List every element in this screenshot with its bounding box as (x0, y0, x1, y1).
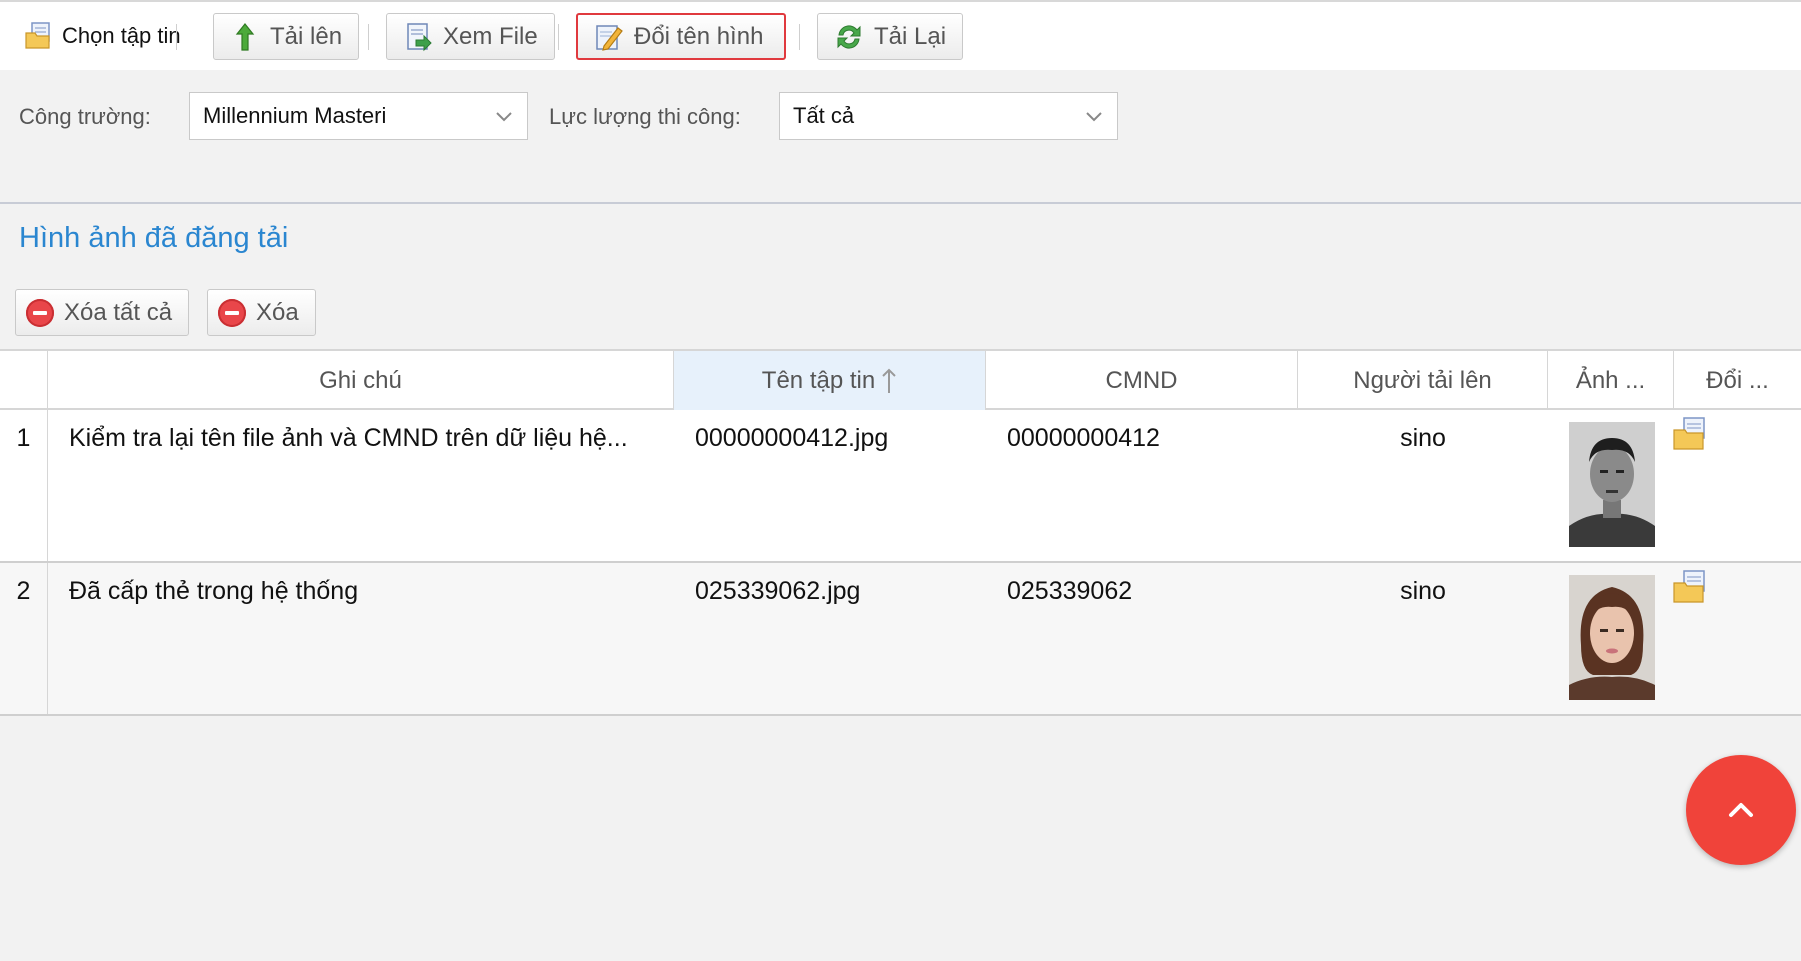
filter-panel: Công trường: Millennium Masteri Lực lượn… (0, 70, 1801, 204)
column-header-cmnd[interactable]: CMND (986, 351, 1298, 410)
grid-actions: Xóa tất cả Xóa (0, 277, 1801, 349)
filename-cell: 025339062.jpg (695, 577, 861, 605)
uploaded-images-grid: Ghi chú Tên tập tin CMND Người tải lên Ả… (0, 349, 1801, 716)
minus-circle-icon (26, 298, 54, 327)
column-header-label: Người tải lên (1353, 366, 1492, 394)
toolbar-divider (558, 24, 559, 50)
section-title: Hình ảnh đã đăng tải (19, 222, 289, 254)
filename-cell: 00000000412.jpg (695, 424, 889, 452)
grid-header: Ghi chú Tên tập tin CMND Người tải lên Ả… (0, 349, 1801, 410)
upload-label: Tải lên (270, 22, 343, 50)
uploader-cell: sino (1400, 424, 1446, 452)
sort-ascending-icon (882, 368, 896, 393)
edit-icon (594, 22, 624, 52)
chevron-up-icon (1729, 803, 1753, 817)
upload-button[interactable]: Tải lên (213, 13, 360, 60)
cmnd-cell: 025339062 (1007, 577, 1133, 605)
site-select[interactable]: Millennium Masteri (189, 92, 528, 140)
reload-button[interactable]: Tải Lại (817, 13, 964, 60)
column-header-label: Tên tập tin (761, 366, 876, 394)
column-header-label: Đổi ... (1706, 366, 1769, 394)
id-photo-thumbnail[interactable] (1569, 575, 1655, 700)
toolbar-divider (799, 24, 800, 50)
row-number-header (0, 351, 48, 410)
note-cell: Đã cấp thẻ trong hệ thống (69, 577, 359, 605)
rename-file-icon[interactable] (1672, 416, 1708, 452)
table-row[interactable]: 2 Đã cấp thẻ trong hệ thống 025339062.jp… (0, 563, 1801, 716)
column-header-label: Ghi chú (319, 366, 402, 394)
force-select-value: Tất cả (793, 103, 855, 128)
uploader-cell: sino (1400, 577, 1446, 605)
row-number: 2 (0, 563, 48, 714)
id-photo-thumbnail[interactable] (1569, 422, 1655, 547)
delete-all-button[interactable]: Xóa tất cả (15, 289, 190, 336)
top-toolbar: Chọn tập tin Tải lên Xem File Đổi tên hì… (0, 0, 1801, 70)
column-header-uploader[interactable]: Người tải lên (1298, 351, 1548, 410)
chevron-down-icon (1086, 112, 1102, 122)
toolbar-divider (368, 24, 369, 50)
site-label: Công trường: (19, 104, 151, 129)
rename-image-label: Đổi tên hình (634, 22, 764, 50)
delete-button[interactable]: Xóa (207, 289, 316, 336)
chevron-down-icon (496, 112, 512, 122)
delete-all-label: Xóa tất cả (64, 298, 173, 326)
column-header-filename[interactable]: Tên tập tin (674, 351, 986, 410)
choose-file-label: Chọn tập tin (62, 23, 181, 48)
column-header-label: Ảnh ... (1575, 366, 1646, 394)
column-header-rename[interactable]: Đổi ... (1674, 351, 1801, 410)
column-header-note[interactable]: Ghi chú (48, 351, 674, 410)
scroll-to-top-button[interactable] (1686, 755, 1796, 865)
cmnd-cell: 00000000412 (1007, 424, 1160, 452)
view-file-label: Xem File (443, 22, 538, 50)
column-header-photo[interactable]: Ảnh ... (1548, 351, 1674, 410)
note-cell: Kiểm tra lại tên file ảnh và CMND trên d… (69, 424, 628, 452)
rename-image-button[interactable]: Đổi tên hình (576, 13, 786, 60)
row-number: 1 (0, 410, 48, 561)
view-file-button[interactable]: Xem File (386, 13, 555, 60)
folder-icon (24, 21, 54, 51)
force-label: Lực lượng thi công: (549, 104, 741, 129)
minus-circle-icon (218, 298, 246, 327)
reload-label: Tải Lại (874, 22, 947, 50)
force-select[interactable]: Tất cả (779, 92, 1118, 140)
table-row[interactable]: 1 Kiểm tra lại tên file ảnh và CMND trên… (0, 410, 1801, 563)
refresh-icon (834, 22, 864, 52)
delete-label: Xóa (256, 298, 299, 326)
column-header-label: CMND (1105, 366, 1178, 394)
choose-file-button[interactable]: Chọn tập tin (24, 16, 181, 56)
rename-file-icon[interactable] (1672, 569, 1708, 605)
up-arrow-icon (230, 22, 260, 52)
view-file-icon (403, 22, 433, 52)
toolbar-divider (176, 24, 177, 50)
site-select-value: Millennium Masteri (203, 103, 387, 128)
